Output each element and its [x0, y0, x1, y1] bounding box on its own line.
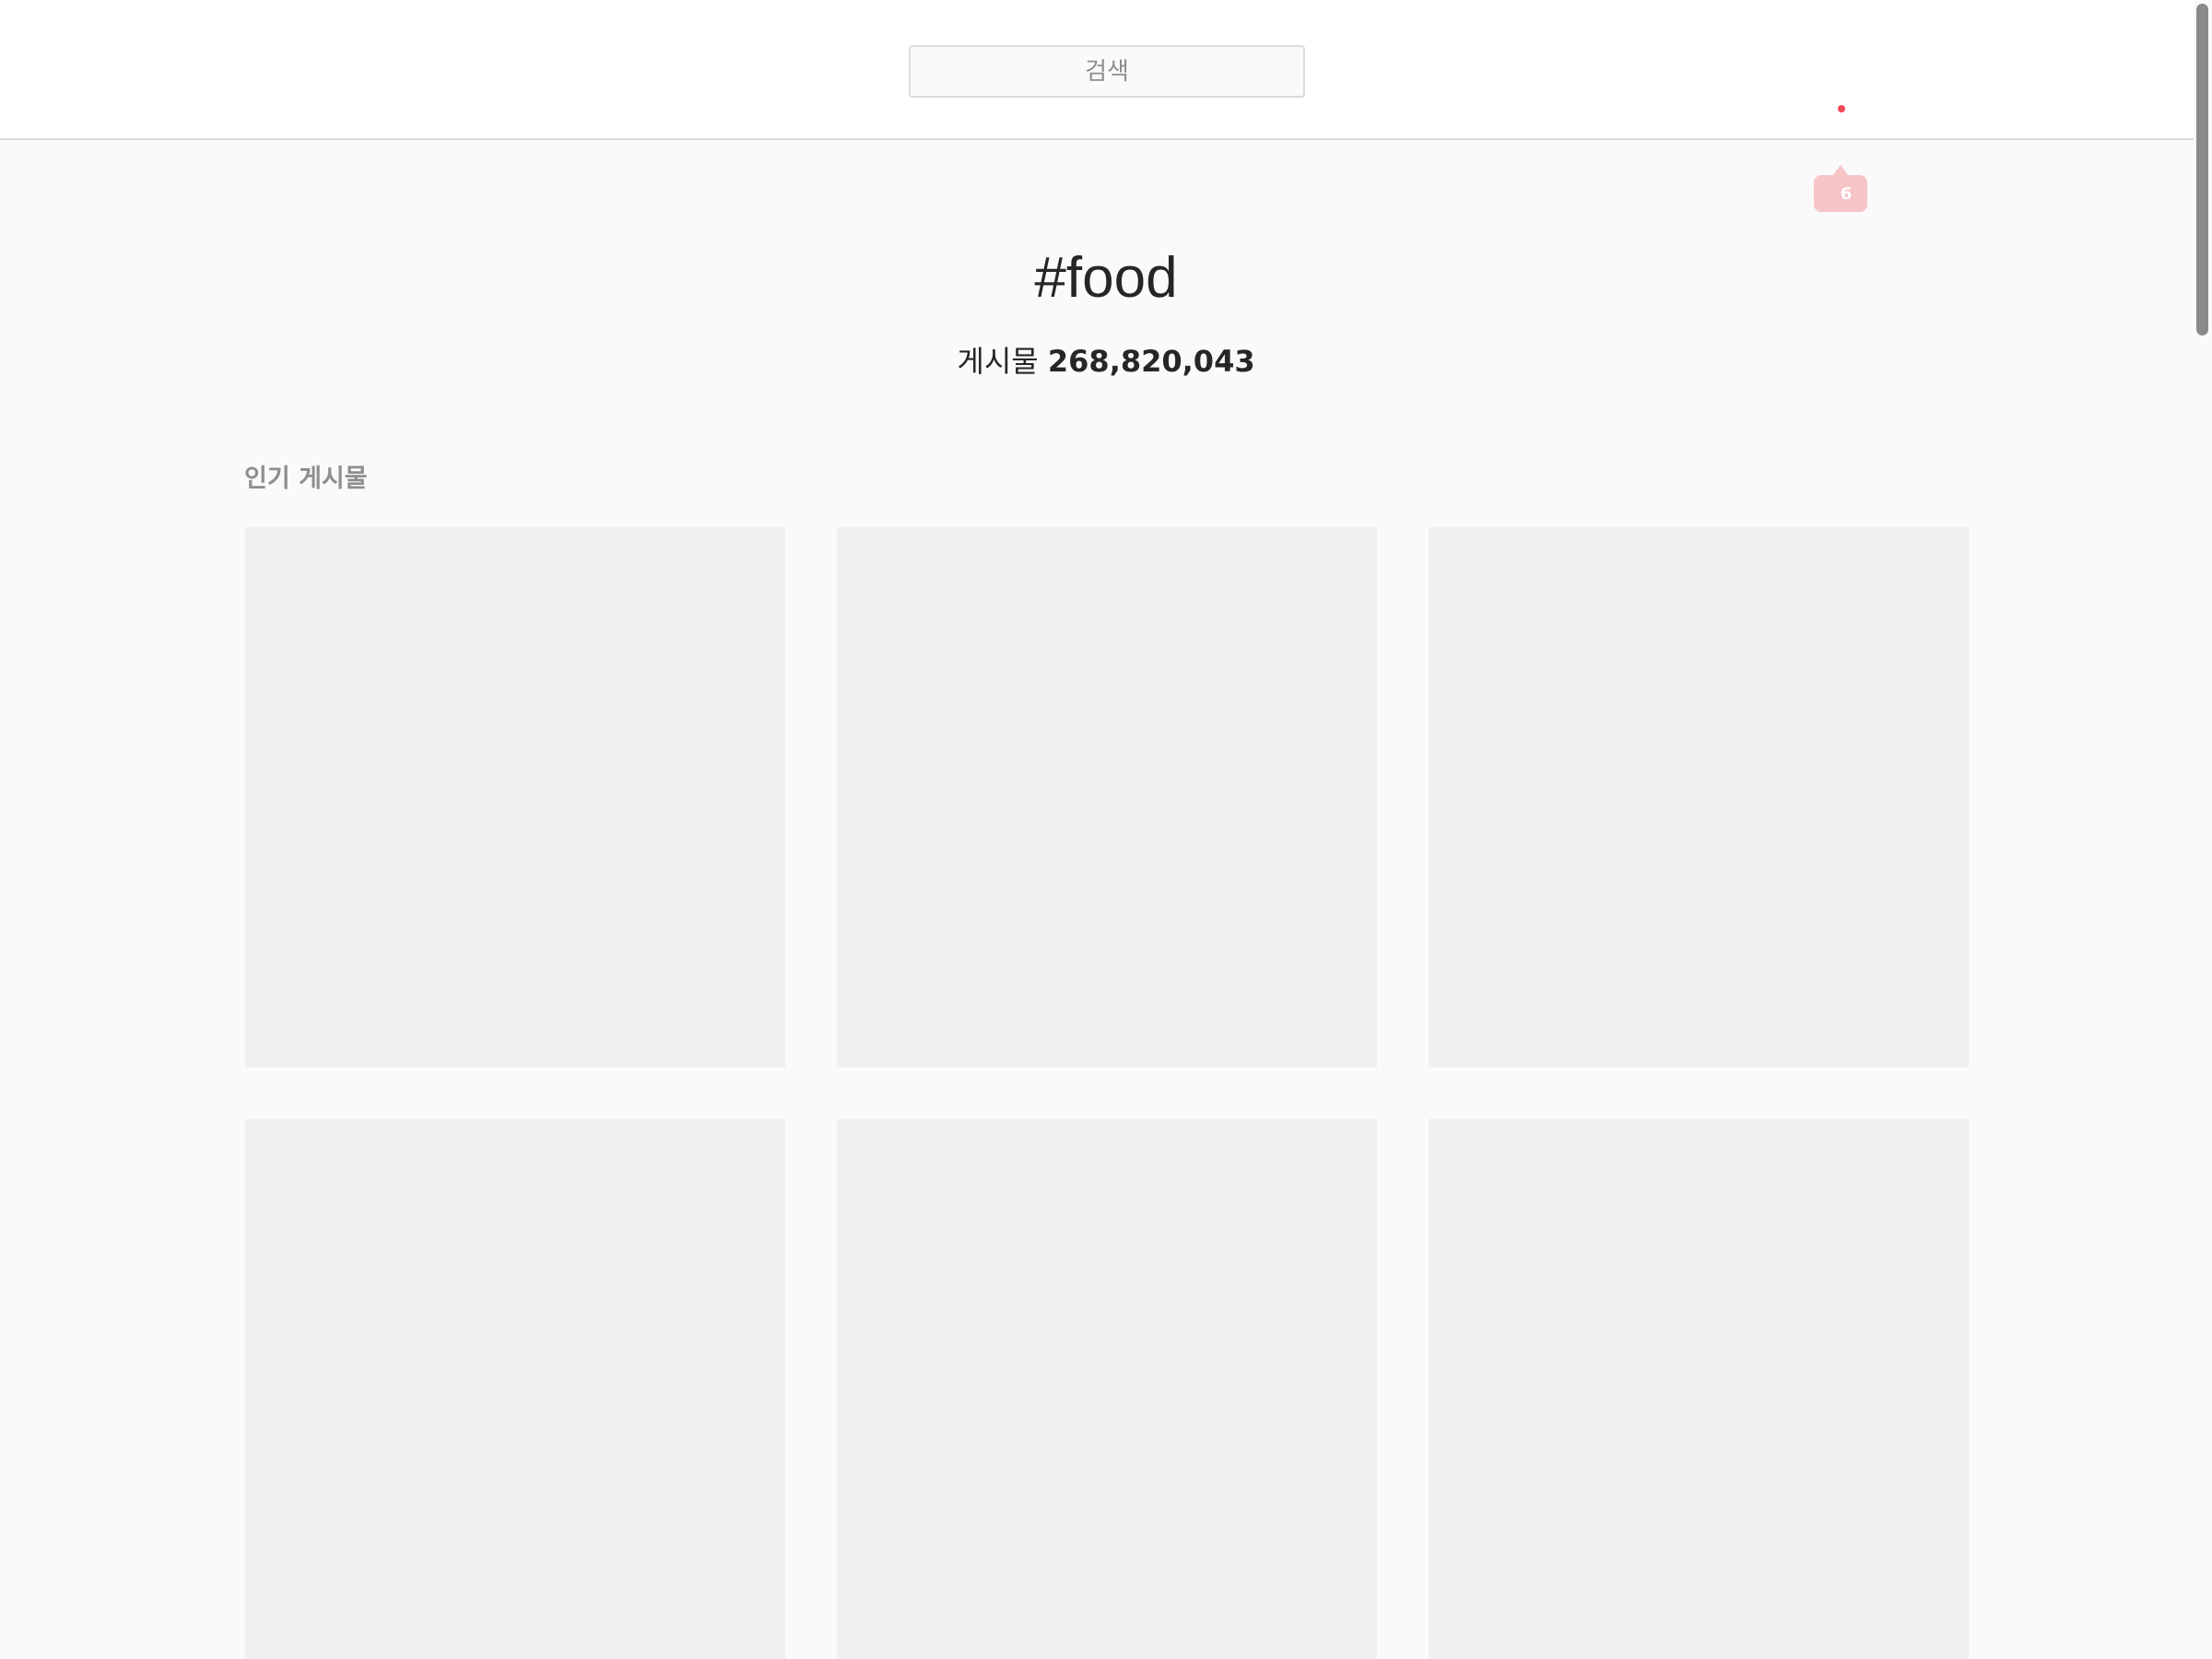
- hashtag-title: #food: [1034, 246, 1178, 310]
- notification-bubble[interactable]: 6: [1814, 165, 1867, 212]
- post-count-label: 게시물: [957, 344, 1039, 379]
- post-tile[interactable]: [1429, 527, 1969, 1067]
- post-tile[interactable]: [837, 527, 1377, 1067]
- post-count: 게시물 268,820,043: [0, 341, 2212, 382]
- search-input[interactable]: [909, 45, 1305, 98]
- post-tile[interactable]: [245, 1119, 785, 1659]
- top-navigation-bar: [0, 0, 2212, 140]
- notification-count: 6: [1840, 183, 1853, 204]
- post-count-value: 268,820,043: [1047, 344, 1255, 379]
- scrollbar-thumb[interactable]: [2196, 4, 2208, 335]
- post-tile[interactable]: [245, 527, 785, 1067]
- top-posts-heading: 인기 게시물: [244, 465, 368, 493]
- post-tile[interactable]: [1429, 1119, 1969, 1659]
- top-posts-grid: [245, 527, 1969, 1659]
- notification-dot-icon: [1838, 105, 1845, 112]
- post-tile[interactable]: [837, 1119, 1377, 1659]
